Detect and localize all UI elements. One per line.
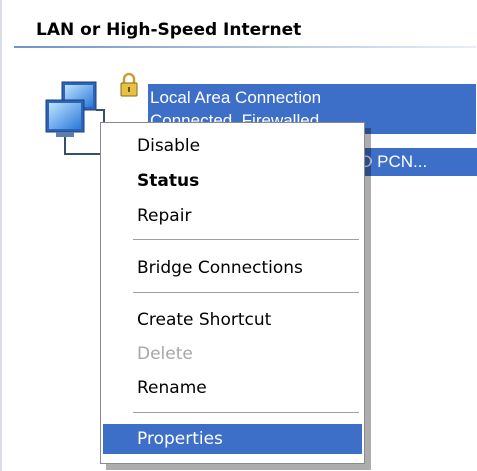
menu-separator [133,239,359,240]
menu-separator [133,412,359,413]
menu-item-rename[interactable]: Rename [103,373,362,403]
menu-item-properties[interactable]: Properties [103,424,362,454]
context-menu: Disable Status Repair Bridge Connections… [100,122,365,464]
group-header: LAN or High-Speed Internet [36,20,302,40]
menu-item-repair[interactable]: Repair [103,201,362,231]
menu-item-create-shortcut[interactable]: Create Shortcut [103,305,362,335]
menu-item-status[interactable]: Status [103,166,362,196]
firewall-lock-icon [120,72,138,97]
pane-left-border [0,0,2,471]
menu-item-disable[interactable]: Disable [103,131,362,161]
menu-item-delete: Delete [137,344,193,364]
menu-item-bridge-connections[interactable]: Bridge Connections [103,253,362,283]
group-header-underline [14,46,476,48]
menu-separator [133,292,359,293]
connection-name: Local Area Connection [150,88,322,107]
